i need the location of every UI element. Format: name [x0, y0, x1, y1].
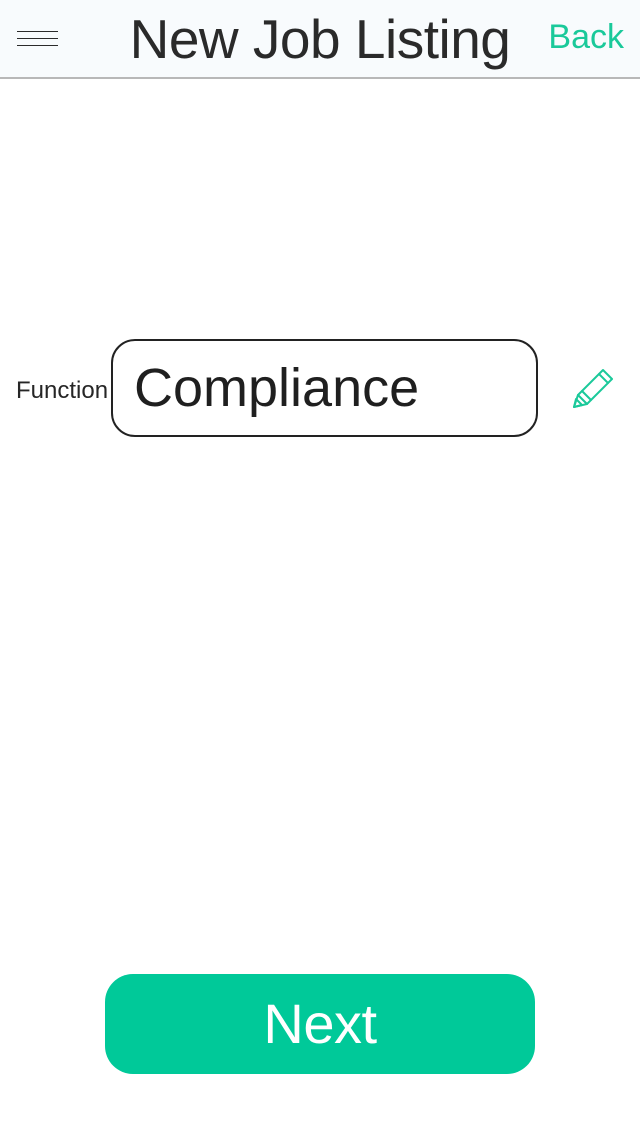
page-title: New Job Listing [129, 8, 511, 70]
menu-button[interactable] [12, 22, 64, 56]
pencil-icon [573, 369, 613, 408]
nav-bar: New Job Listing Back [0, 0, 640, 79]
back-button[interactable]: Back [548, 15, 624, 59]
function-label: Function [16, 377, 109, 404]
hamburger-menu-icon [17, 31, 58, 32]
function-value: Compliance [134, 358, 420, 418]
function-field[interactable]: Compliance [111, 339, 538, 437]
hamburger-menu-icon [17, 38, 58, 39]
edit-function-button[interactable] [566, 364, 618, 416]
hamburger-menu-icon [17, 45, 58, 46]
next-button[interactable]: Next [105, 974, 535, 1074]
